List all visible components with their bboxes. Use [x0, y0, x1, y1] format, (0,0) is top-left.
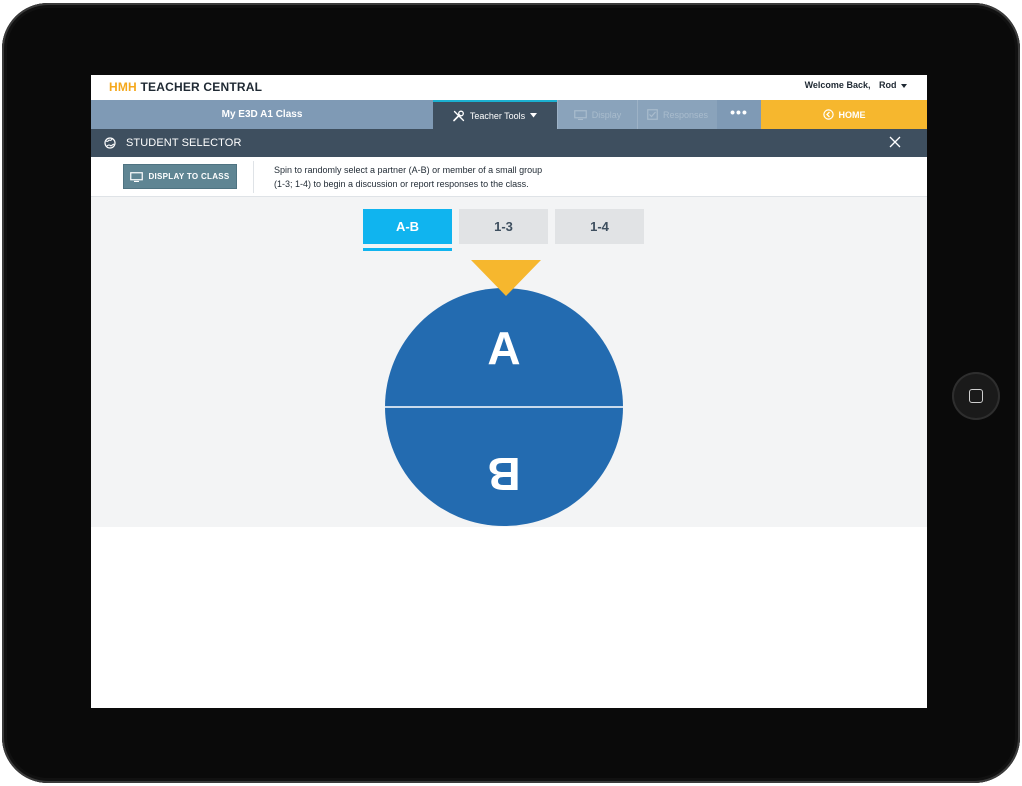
- display-to-class-button[interactable]: DISPLAY TO CLASS: [123, 164, 237, 189]
- instructions-line: (1-3; 1-4) to begin a discussion or repo…: [274, 179, 529, 189]
- tab-1-3[interactable]: 1-3: [459, 209, 548, 244]
- back-arrow-icon: [822, 109, 834, 120]
- instructions-row: DISPLAY TO CLASS Spin to randomly select…: [91, 157, 927, 197]
- tab-a-b[interactable]: A-B: [363, 209, 452, 244]
- student-selector-header: STUDENT SELECTOR: [91, 129, 927, 157]
- close-icon[interactable]: [889, 136, 901, 148]
- welcome-text: Welcome Back,: [804, 80, 871, 90]
- more-options-button[interactable]: •••: [717, 100, 761, 129]
- caret-down-icon: [901, 83, 907, 88]
- display-to-class-label: DISPLAY TO CLASS: [148, 172, 230, 181]
- display-label: Display: [591, 109, 622, 120]
- spinner-wheel[interactable]: A B: [381, 260, 631, 528]
- main-nav: My E3D A1 Class Teacher Tools Display Re…: [91, 100, 927, 129]
- tab-1-4[interactable]: 1-4: [555, 209, 644, 244]
- home-button[interactable]: HOME: [761, 100, 927, 129]
- tools-icon: [453, 110, 464, 121]
- top-bar: HMH TEACHER CENTRAL Welcome Back, Rod: [91, 75, 927, 100]
- teacher-tools-label: Teacher Tools: [469, 110, 526, 121]
- user-name: Rod: [878, 80, 897, 90]
- segment-a-label: A: [487, 322, 520, 374]
- user-menu[interactable]: Welcome Back, Rod: [805, 80, 907, 90]
- spinner-stage: A-B 1-3 1-4 A B: [91, 197, 927, 527]
- monitor-icon: [130, 171, 144, 182]
- display-button[interactable]: Display: [557, 100, 637, 129]
- chevron-down-icon: [530, 113, 538, 118]
- responses-button[interactable]: Responses: [637, 100, 717, 129]
- globe-icon: [104, 137, 116, 149]
- brand-logo: HMH TEACHER CENTRAL: [109, 80, 262, 94]
- panel-title: STUDENT SELECTOR: [126, 137, 242, 149]
- instructions-text: Spin to randomly select a partner (A-B) …: [274, 163, 574, 191]
- monitor-icon: [573, 109, 587, 120]
- checkbox-icon: [647, 109, 658, 120]
- segment-b-label: B: [487, 448, 520, 500]
- selected-tab-indicator: [363, 248, 452, 251]
- instructions-line: Spin to randomly select a partner (A-B) …: [274, 165, 543, 175]
- app-screen: HMH TEACHER CENTRAL Welcome Back, Rod My…: [91, 75, 927, 708]
- teacher-tools-menu[interactable]: Teacher Tools: [433, 100, 557, 129]
- home-label: HOME: [838, 109, 866, 120]
- brand-name: TEACHER CENTRAL: [140, 80, 263, 94]
- divider: [253, 161, 254, 193]
- tablet-home-button[interactable]: [952, 372, 1000, 420]
- responses-label: Responses: [662, 109, 709, 120]
- brand-prefix: HMH: [109, 80, 137, 94]
- class-selector[interactable]: My E3D A1 Class: [91, 100, 433, 129]
